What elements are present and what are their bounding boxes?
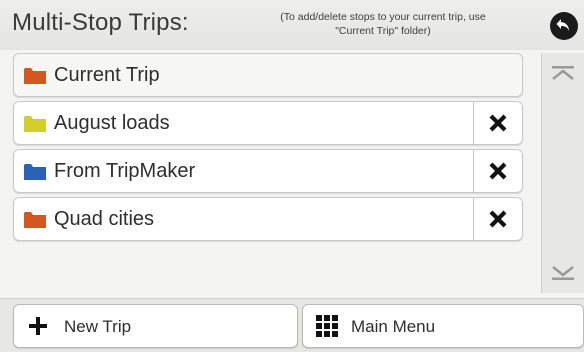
folder-icon-fill bbox=[24, 116, 46, 132]
delete-button[interactable] bbox=[473, 150, 522, 192]
trip-row-from-tripmaker[interactable]: From TripMaker bbox=[13, 149, 523, 193]
folder-icon-fill bbox=[24, 164, 46, 180]
folder-icon bbox=[24, 212, 46, 228]
trip-label: Quad cities bbox=[54, 208, 155, 230]
scroll-down-icon bbox=[552, 265, 574, 280]
folder-icon bbox=[24, 68, 46, 84]
header: Multi-Stop Trips: (To add/delete stops t… bbox=[0, 0, 584, 50]
close-icon bbox=[489, 114, 507, 132]
folder-icon bbox=[24, 116, 46, 132]
folder-icon-fill bbox=[24, 68, 46, 84]
folder-icon bbox=[24, 164, 46, 180]
scroll-up-button[interactable] bbox=[546, 59, 580, 87]
scroll-down-button[interactable] bbox=[546, 259, 580, 287]
scrollbar[interactable] bbox=[541, 53, 584, 293]
trip-row-quad-cities[interactable]: Quad cities bbox=[13, 197, 523, 241]
footer-bar: New Trip Main Menu bbox=[0, 298, 584, 352]
back-arrow-icon bbox=[556, 19, 569, 31]
close-icon bbox=[489, 210, 507, 228]
trip-label: Current Trip bbox=[54, 64, 160, 86]
folder-icon-fill bbox=[24, 212, 46, 228]
trip-label: From TripMaker bbox=[54, 160, 196, 182]
trip-row-august-loads[interactable]: August loads bbox=[13, 101, 523, 145]
new-trip-label: New Trip bbox=[64, 317, 132, 336]
grid-icon bbox=[315, 305, 339, 347]
page-title: Multi-Stop Trips: bbox=[12, 9, 189, 36]
trip-label: August loads bbox=[54, 112, 170, 134]
multi-stop-trips-screen: Multi-Stop Trips: (To add/delete stops t… bbox=[0, 0, 584, 352]
main-menu-button[interactable]: Main Menu bbox=[302, 304, 584, 348]
delete-button[interactable] bbox=[473, 198, 522, 240]
back-button[interactable] bbox=[550, 12, 578, 40]
trip-row-current-trip[interactable]: Current Trip bbox=[13, 53, 523, 97]
new-trip-button[interactable]: New Trip bbox=[13, 304, 298, 348]
scroll-up-icon bbox=[552, 66, 574, 81]
plus-icon bbox=[28, 305, 48, 347]
main-menu-label: Main Menu bbox=[351, 317, 436, 336]
hint-text: (To add/delete stops to your current tri… bbox=[280, 11, 486, 37]
trip-list: Current Trip August loads From TripMaker bbox=[0, 50, 540, 298]
close-icon bbox=[489, 162, 507, 180]
delete-button[interactable] bbox=[473, 102, 522, 144]
